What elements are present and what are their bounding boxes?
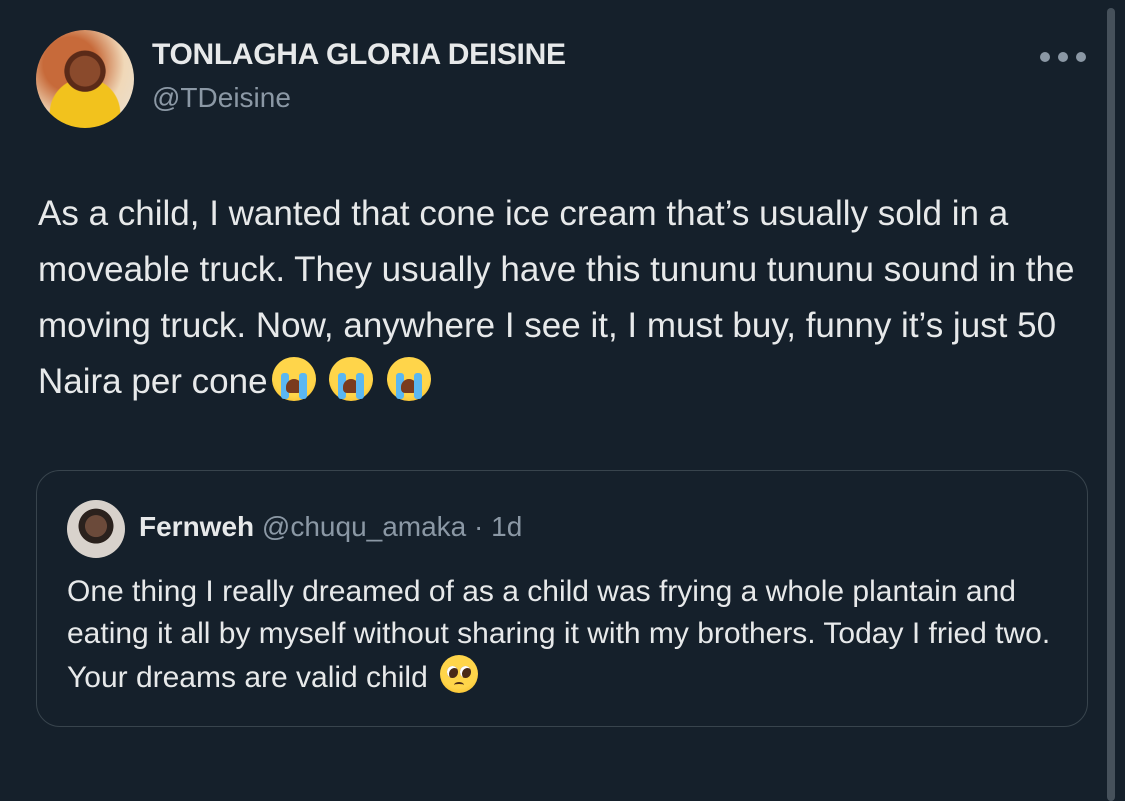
scrollbar[interactable]	[1107, 8, 1115, 801]
pleading-face-icon	[440, 655, 479, 693]
author-handle[interactable]: @TDeisine	[152, 82, 291, 114]
quoted-tweet-text-content: One thing I really dreamed of as a child…	[67, 575, 1051, 694]
author-avatar[interactable]	[36, 30, 134, 128]
loudly-crying-face-icon	[271, 357, 316, 401]
loudly-crying-face-icon	[329, 357, 374, 401]
quoted-author-handle[interactable]: @chuqu_amaka	[262, 511, 466, 542]
quoted-tweet-timestamp[interactable]: 1d	[491, 511, 522, 542]
quoted-author-display-name[interactable]: Fernweh	[139, 511, 254, 542]
quoted-author-avatar[interactable]	[67, 500, 125, 558]
header-separator: ·	[474, 511, 484, 542]
author-display-name[interactable]: TONLAGHA GLORIA DEISINE	[152, 38, 566, 72]
quoted-tweet-header: Fernweh @chuqu_amaka · 1d	[139, 511, 522, 543]
tweet-text: As a child, I wanted that cone ice cream…	[38, 186, 1098, 410]
tweet-text-content: As a child, I wanted that cone ice cream…	[38, 194, 1075, 401]
loudly-crying-face-icon	[387, 357, 432, 401]
tweet: TONLAGHA GLORIA DEISINE @TDeisine As a c…	[0, 0, 1125, 801]
quoted-tweet-text: One thing I really dreamed of as a child…	[67, 571, 1057, 699]
quoted-tweet[interactable]: Fernweh @chuqu_amaka · 1d One thing I re…	[36, 470, 1088, 727]
more-options-icon[interactable]	[1040, 46, 1086, 68]
